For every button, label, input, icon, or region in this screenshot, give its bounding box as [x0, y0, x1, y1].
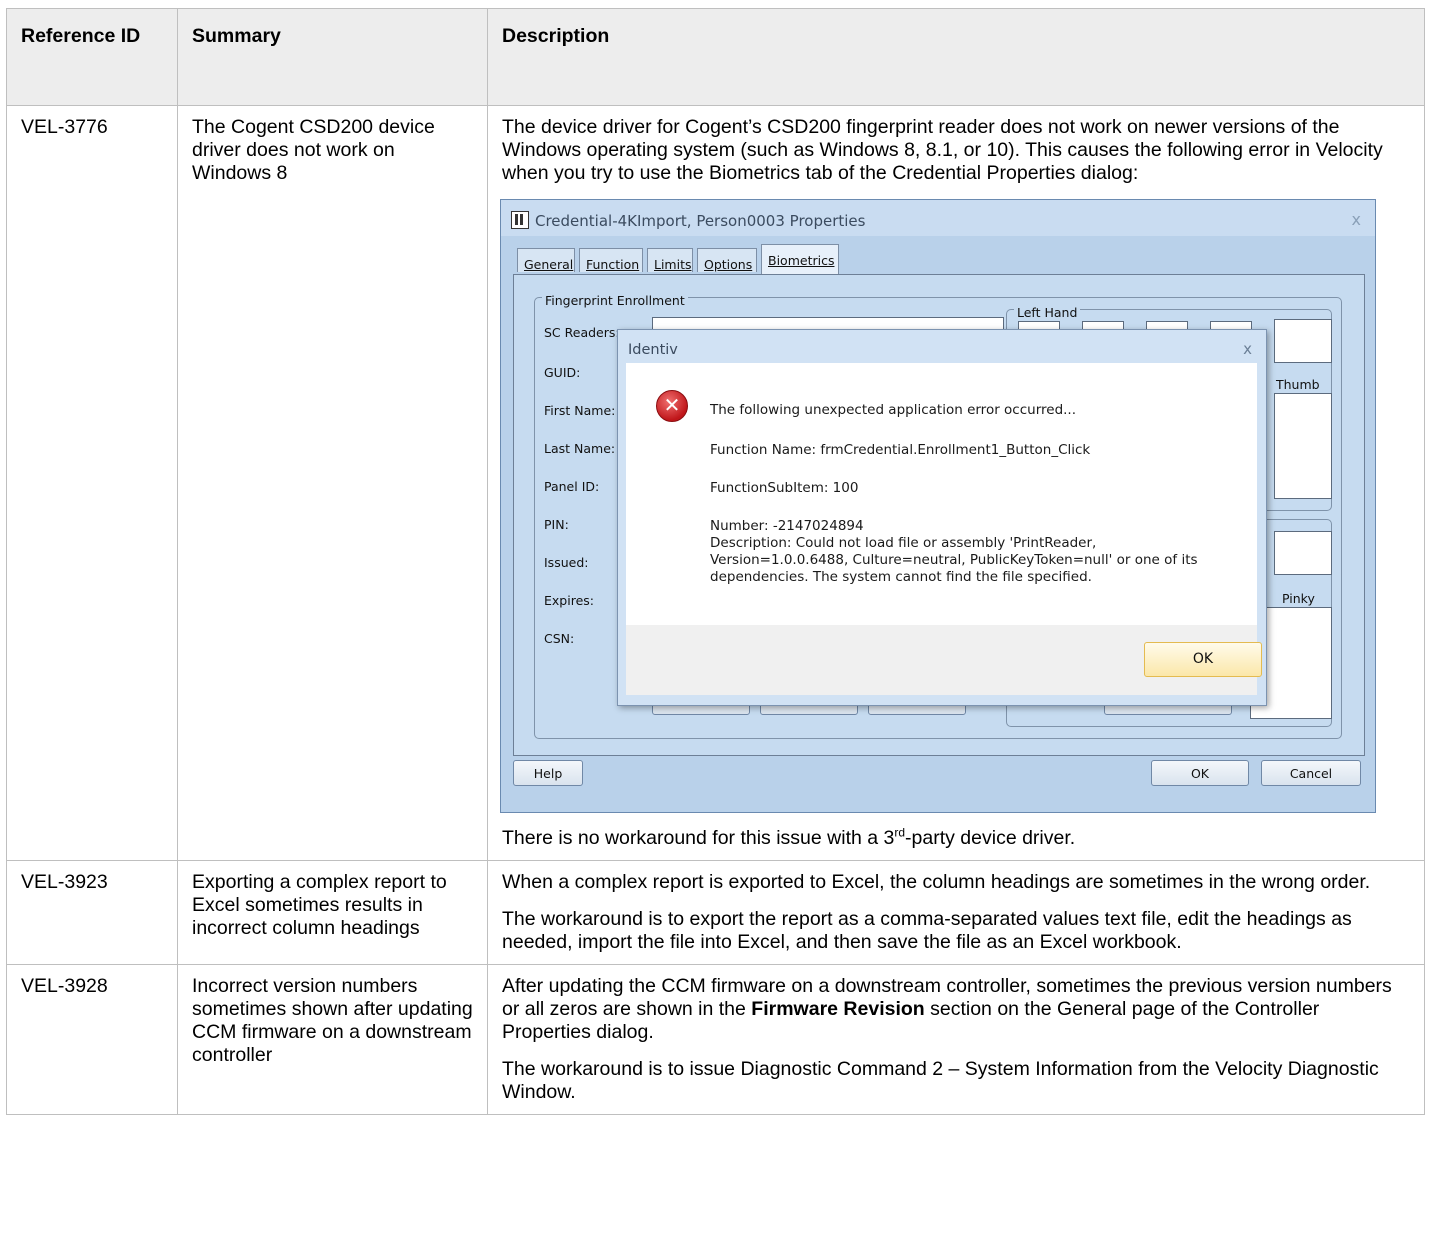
tab-options[interactable]: Options [697, 248, 757, 272]
description-paragraph: The workaround is to issue Diagnostic Co… [502, 1058, 1379, 1103]
issued-label: Issued: [544, 555, 589, 570]
expires-label: Expires: [544, 593, 594, 608]
table-row: VEL-3776 The Cogent CSD200 device driver… [6, 105, 1425, 861]
error-icon: ✕ [656, 390, 688, 422]
error-function-subitem: FunctionSubItem: 100 [710, 480, 859, 496]
close-icon[interactable]: x [1243, 338, 1252, 361]
firmware-revision-term: Firmware Revision [751, 998, 925, 1020]
ordinal-suffix: rd [894, 825, 906, 840]
tab-general[interactable]: General [517, 248, 575, 272]
cell-summary: Exporting a complex report to Excel some… [177, 860, 488, 965]
cell-description: After updating the CCM firmware on a dow… [487, 964, 1425, 1115]
description-paragraph: The workaround is to export the report a… [502, 908, 1352, 953]
cell-summary: Incorrect version numbers sometimes show… [177, 964, 488, 1115]
error-description-line: Description: Could not load file or asse… [710, 535, 1097, 551]
panel-id-label: Panel ID: [544, 479, 600, 494]
help-button[interactable]: Help [513, 760, 583, 786]
cell-summary: The Cogent CSD200 device driver does not… [177, 105, 488, 861]
description-paragraph: After updating the CCM firmware on a dow… [502, 975, 1412, 1044]
thumb-print-box [1274, 393, 1332, 499]
error-ok-button[interactable]: OK [1144, 642, 1262, 677]
guid-label: GUID: [544, 365, 581, 380]
csn-label: CSN: [544, 631, 575, 646]
error-description-line: dependencies. The system cannot find the… [710, 569, 1092, 585]
known-issues-table: Reference ID Summary Description VEL-377… [6, 8, 1425, 1115]
window-title: Credential-4KImport, Person0003 Properti… [535, 212, 866, 230]
error-dialog-title: Identiv [628, 342, 678, 358]
ok-button[interactable]: OK [1151, 760, 1249, 786]
error-dialog-body: ✕ The following unexpected application e… [626, 363, 1257, 625]
description-paragraph: There is no workaround for this issue wi… [502, 827, 1412, 850]
header-description: Description [487, 8, 1425, 106]
fingerprint-enrollment-label: Fingerprint Enrollment [542, 289, 688, 312]
error-dialog: Identiv x ✕ The following unexpected app… [617, 329, 1267, 706]
description-paragraph: The device driver for Cogent’s CSD200 fi… [502, 116, 1383, 184]
error-function-name: Function Name: frmCredential.Enrollment1… [710, 442, 1091, 458]
description-text: -party device driver. [905, 827, 1076, 849]
cell-reference-id: VEL-3776 [6, 105, 178, 861]
table-row: VEL-3923 Exporting a complex report to E… [6, 860, 1425, 965]
close-icon[interactable]: x [1352, 208, 1361, 231]
cell-description: The device driver for Cogent’s CSD200 fi… [487, 105, 1425, 861]
sc-readers-label: SC Readers: [544, 325, 620, 340]
description-text: There is no workaround for this issue wi… [502, 827, 895, 849]
header-summary: Summary [177, 8, 488, 106]
header-row: Reference ID Summary Description [6, 8, 1425, 106]
header-reference-id: Reference ID [6, 8, 178, 106]
window-titlebar: Credential-4KImport, Person0003 Properti… [501, 200, 1375, 236]
pin-label: PIN: [544, 517, 569, 532]
cancel-button[interactable]: Cancel [1261, 760, 1361, 786]
error-message-line: The following unexpected application err… [710, 402, 1077, 418]
first-name-label: First Name: [544, 403, 616, 418]
pinky-box [1274, 531, 1332, 575]
cell-reference-id: VEL-3923 [6, 860, 178, 965]
cell-reference-id: VEL-3928 [6, 964, 178, 1115]
embedded-screenshot: Credential-4KImport, Person0003 Properti… [500, 199, 1376, 813]
last-name-label: Last Name: [544, 441, 616, 456]
tab-function[interactable]: Function [579, 248, 643, 272]
description-paragraph: When a complex report is exported to Exc… [502, 871, 1371, 893]
tab-limits[interactable]: Limits [647, 248, 693, 272]
window-app-icon [511, 211, 529, 229]
error-dialog-footer: OK [626, 625, 1262, 695]
thumb-box [1274, 319, 1332, 363]
table-row: VEL-3928 Incorrect version numbers somet… [6, 964, 1425, 1115]
cell-description: When a complex report is exported to Exc… [487, 860, 1425, 965]
error-number: Number: -2147024894 [710, 518, 864, 534]
error-description-line: Version=1.0.0.6488, Culture=neutral, Pub… [710, 552, 1198, 568]
tab-biometrics[interactable]: Biometrics [761, 244, 839, 274]
